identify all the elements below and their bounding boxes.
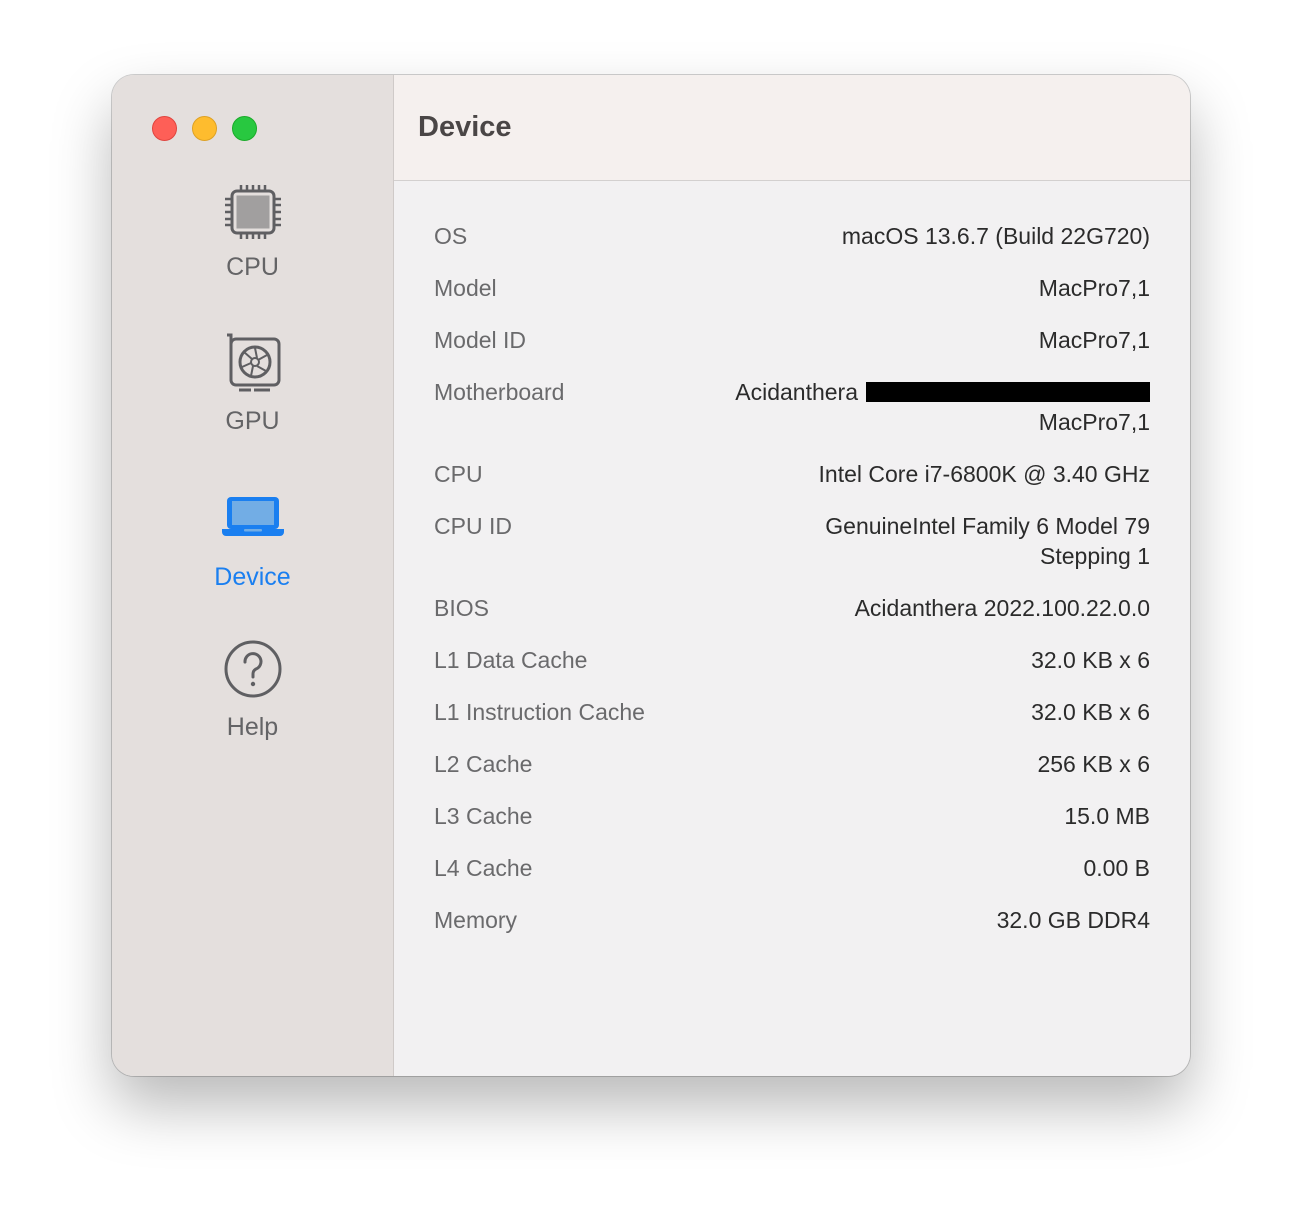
info-label: L3 Cache [434,803,533,829]
info-value-text: 256 KB x 6 [1037,751,1150,777]
gpu-card-icon [226,333,280,392]
info-value: 15.0 MB [1064,801,1150,831]
info-label: L2 Cache [434,751,533,777]
info-value-text: Intel Core i7-6800K @ 3.40 GHz [818,461,1150,487]
info-value: 0.00 B [1084,853,1151,883]
info-value-text: MacPro7,1 [1038,327,1150,353]
info-value: 32.0 KB x 6 [1031,697,1150,727]
cpu-chip-icon [224,185,281,239]
info-label: Motherboard [434,379,565,405]
info-label: L1 Data Cache [434,647,588,673]
page-title: Device [418,111,512,143]
info-row: L1 Instruction Cache 32.0 KB x 6 [434,686,1150,738]
close-button[interactable] [152,116,177,141]
sidebar-item-label: GPU [225,407,280,435]
minimize-button[interactable] [192,116,217,141]
info-value: Intel Core i7-6800K @ 3.40 GHz [819,459,1150,489]
info-row: CPU Intel Core i7-6800K @ 3.40 GHz [434,448,1150,500]
info-row: Model ID MacPro7,1 [434,314,1150,366]
info-label: Model [434,275,497,301]
info-row: CPU ID GenuineIntel Family 6 Model 79 Step… [434,500,1150,582]
app-window: CPU GPU Device Help Device OS macOS 13.6… [112,75,1190,1076]
info-value-text: GenuineIntel Family 6 Model 79 [825,513,1150,539]
info-value-line2: Stepping 1 [1040,543,1150,569]
info-value-line2: MacPro7,1 [1038,409,1150,435]
info-value-text: Acidanthera 2022.100.22.0.0 [854,595,1150,621]
info-label: Model ID [434,327,527,353]
info-row: L2 Cache 256 KB x 6 [434,738,1150,790]
info-value-text: 32.0 KB x 6 [1031,699,1150,725]
info-value: 32.0 KB x 6 [1031,645,1150,675]
info-value-text: macOS 13.6.7 (Build 22G720) [841,223,1150,249]
redaction-bar [866,382,1150,402]
info-label: CPU ID [434,513,512,539]
header-bar: Device [394,75,1190,181]
sidebar-item-gpu[interactable]: GPU [112,333,393,436]
laptop-icon [221,497,284,536]
info-label: BIOS [434,595,489,621]
info-value-text: MacPro7,1 [1038,275,1150,301]
info-label: L4 Cache [434,855,533,881]
info-label: CPU [434,461,483,487]
info-row: L4 Cache 0.00 B [434,842,1150,894]
sidebar-item-label: Device [214,563,291,591]
info-value: Acidanthera MacPro7,1 [735,377,1150,437]
info-value: macOS 13.6.7 (Build 22G720) [842,221,1150,251]
device-info-list: OS macOS 13.6.7 (Build 22G720) Model MacPro… [434,210,1150,946]
sidebar: CPU GPU Device Help [112,75,394,1076]
device-info-panel: OS macOS 13.6.7 (Build 22G720) Model MacPro… [394,181,1190,1076]
sidebar-item-label: Help [226,713,279,741]
info-value-text: 15.0 MB [1064,803,1150,829]
info-value: 32.0 GB DDR4 [997,905,1150,935]
info-value-text: 32.0 KB x 6 [1031,647,1150,673]
info-row: Motherboard Acidanthera MacPro7,1 [434,366,1150,448]
info-row: L1 Data Cache 32.0 KB x 6 [434,634,1150,686]
info-row: L3 Cache 15.0 MB [434,790,1150,842]
info-row: OS macOS 13.6.7 (Build 22G720) [434,210,1150,262]
info-value-text: 32.0 GB DDR4 [996,907,1150,933]
info-row: BIOS Acidanthera 2022.100.22.0.0 [434,582,1150,634]
info-value: GenuineIntel Family 6 Model 79 Stepping 1 [825,511,1150,571]
info-value: MacPro7,1 [1039,325,1150,355]
info-value: Acidanthera 2022.100.22.0.0 [855,593,1150,623]
info-row: Memory 32.0 GB DDR4 [434,894,1150,946]
info-value: MacPro7,1 [1039,273,1150,303]
info-row: Model MacPro7,1 [434,262,1150,314]
zoom-button[interactable] [232,116,257,141]
sidebar-item-cpu[interactable]: CPU [112,183,393,282]
info-value: 256 KB x 6 [1037,749,1150,779]
info-label: OS [434,223,468,249]
info-label: L1 Instruction Cache [434,699,645,725]
info-value-text: Acidanthera [735,379,858,405]
info-label: Memory [434,907,518,933]
question-circle-icon [224,640,281,698]
sidebar-item-label: CPU [226,253,279,281]
sidebar-item-device[interactable]: Device [112,495,393,592]
sidebar-item-help[interactable]: Help [112,639,393,742]
info-value-text: 0.00 B [1083,855,1151,881]
